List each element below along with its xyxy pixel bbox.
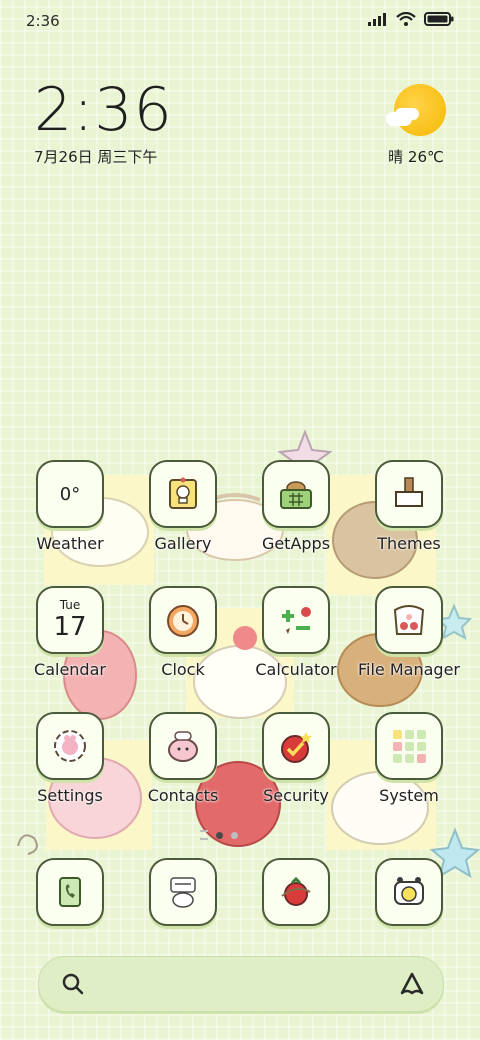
app-label: File Manager [358,660,460,679]
status-icons [368,12,454,26]
status-time: 2:36 [26,12,60,30]
wifi-icon [396,12,416,26]
message-icon [149,858,217,926]
app-calculator[interactable]: Calculator [240,586,352,679]
status-bar: 2:36 [0,0,480,42]
dock-messages[interactable] [127,858,239,926]
search-bar[interactable] [38,956,444,1012]
weather-app-icon: 0° [36,460,104,528]
page-indicator-menu [200,830,208,840]
gallery-icon [149,460,217,528]
signal-icon [368,13,386,26]
apple-check-icon [262,712,330,780]
clock-widget[interactable]: 2:36 7月26日 周三下午 [34,80,173,167]
folder-icon [375,712,443,780]
app-security[interactable]: Security [240,712,352,805]
app-label: Clock [161,660,205,679]
app-label: Themes [377,534,441,553]
assistant-icon[interactable] [399,971,425,997]
app-label: GetApps [261,534,331,553]
gear-icon [36,712,104,780]
calendar-date: 17 [53,612,87,642]
app-weather[interactable]: 0° Weather [14,460,126,553]
app-system-folder[interactable]: System [353,712,465,805]
app-label: Contacts [147,786,219,805]
shopping-bag-icon [375,586,443,654]
cat-icon [149,712,217,780]
page-dot [231,831,238,839]
app-themes[interactable]: Themes [353,460,465,553]
dock-browser[interactable] [240,858,352,926]
clock-widget-time: 2:36 [34,75,173,145]
app-calendar[interactable]: Tue 17 Calendar [14,586,126,679]
battery-icon [424,12,454,26]
paintbrush-icon [375,460,443,528]
app-label: System [379,786,439,805]
app-clock[interactable]: Clock [127,586,239,679]
app-label: Calculator [255,660,337,679]
calendar-day: Tue [59,598,81,612]
camera-icon [375,858,443,926]
app-label: Security [263,786,329,805]
clock-icon [149,586,217,654]
cloud-icon [386,112,412,126]
weather-temp-glyph: 0° [59,483,81,505]
strawberry-planet-icon [262,858,330,926]
basket-icon [262,460,330,528]
app-settings[interactable]: Settings [14,712,126,805]
calculator-icon [262,586,330,654]
app-label: Weather [36,534,104,553]
page-dot-active [216,831,223,839]
search-icon [62,973,84,995]
calendar-icon: Tue 17 [36,586,104,654]
dock-camera[interactable] [353,858,465,926]
weather-widget-text: 晴 26℃ [388,148,444,166]
phone-icon [36,858,104,926]
app-label: Gallery [154,534,212,553]
app-getapps[interactable]: GetApps [240,460,352,553]
app-file-manager[interactable]: File Manager [353,586,465,679]
app-label: Settings [37,786,103,805]
app-contacts[interactable]: Contacts [127,712,239,805]
sun-icon [394,84,446,136]
app-label: Calendar [34,660,106,679]
app-gallery[interactable]: Gallery [127,460,239,553]
page-indicator[interactable] [200,830,238,840]
dock-phone[interactable] [14,858,126,926]
clock-widget-date: 7月26日 周三下午 [34,148,158,166]
